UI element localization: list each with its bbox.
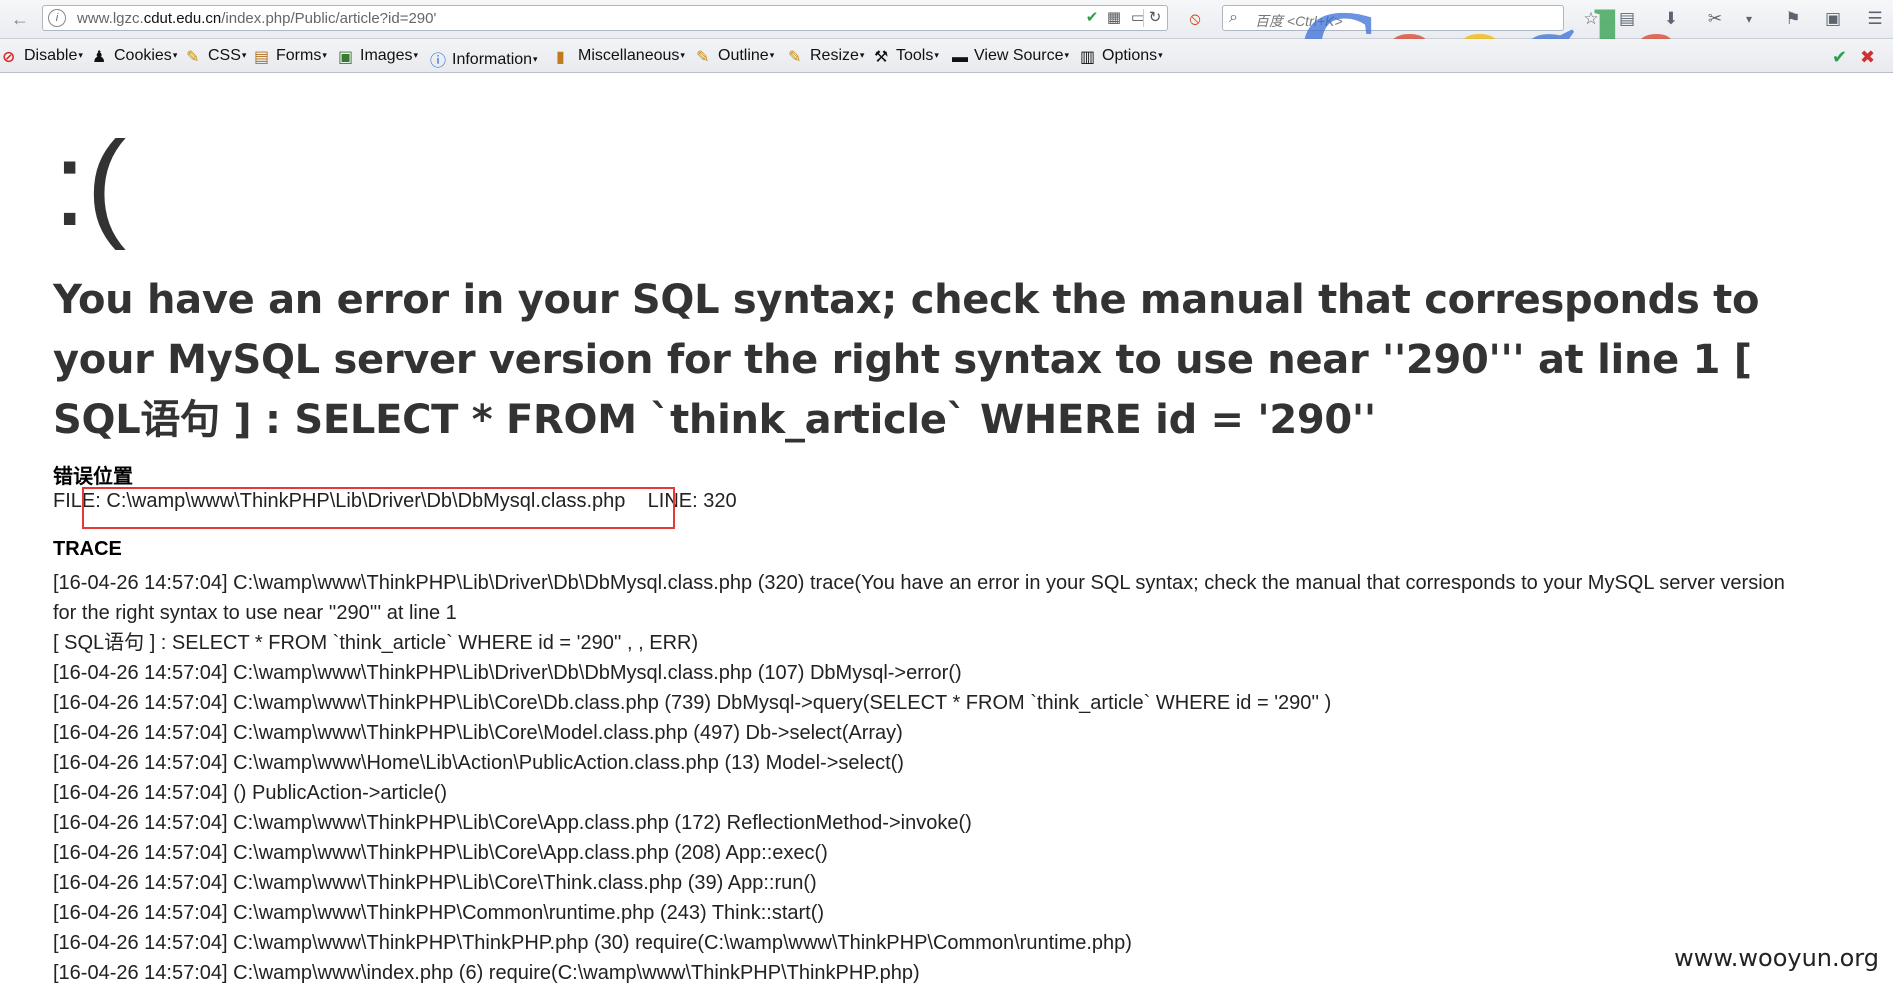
chevron-down-icon[interactable]: ▾ bbox=[1738, 8, 1760, 30]
extension-icon[interactable]: ⚑ bbox=[1782, 8, 1804, 30]
site-info-icon[interactable]: i bbox=[48, 9, 66, 27]
devbar-cookies[interactable]: ♟ Cookies▾ bbox=[92, 47, 177, 66]
trace-line: [16-04-26 14:57:04] C:\wamp\www\ThinkPHP… bbox=[53, 692, 1332, 714]
sync-icon[interactable]: ▣ bbox=[1822, 8, 1844, 30]
trace-title: TRACE bbox=[53, 538, 122, 560]
bookmark-star-icon[interactable]: ☆ bbox=[1580, 8, 1602, 30]
search-placeholder: 百度 <Ctrl+K> bbox=[1255, 13, 1343, 29]
web-developer-toolbar: ⊘ Disable▾ ♟ Cookies▾ ✎ CSS▾ ▤ Forms▾ ▣ Image… bbox=[0, 39, 1893, 73]
devbar-resize[interactable]: ✎ Resize▾ bbox=[788, 47, 864, 66]
devbar-miscellaneous[interactable]: ▮ Miscellaneous▾ bbox=[556, 47, 685, 66]
devbar-disable[interactable]: ⊘ Disable▾ bbox=[2, 47, 83, 66]
devbar-css[interactable]: ✎ CSS▾ bbox=[186, 47, 246, 66]
devbar-tools[interactable]: ⚒ Tools▾ bbox=[874, 47, 939, 66]
trace-line: [ SQL语句 ] : SELECT * FROM `think_article… bbox=[53, 632, 699, 654]
trace-line: [16-04-26 14:57:04] C:\wamp\www\ThinkPHP… bbox=[53, 662, 962, 684]
validation-ok-icon[interactable]: ✔ bbox=[1832, 47, 1847, 68]
trace-list: [16-04-26 14:57:04] C:\wamp\www\ThinkPHP… bbox=[53, 568, 1813, 988]
trace-line: [16-04-26 14:57:04] C:\wamp\www\ThinkPHP… bbox=[53, 872, 817, 894]
watermark: www.wooyun.org bbox=[1674, 944, 1879, 972]
browser-toolbar: ← i www.lgzc.cdut.edu.cn/index.php/Publi… bbox=[0, 0, 1893, 72]
trace-line: [16-04-26 14:57:04] C:\wamp\www\ThinkPHP… bbox=[53, 572, 1785, 624]
devbar-images[interactable]: ▣ Images▾ bbox=[338, 47, 418, 66]
shield-icon[interactable]: ✔ bbox=[1083, 9, 1101, 27]
bookmarks-menu-icon[interactable]: ▤ bbox=[1616, 8, 1638, 30]
devbar-information[interactable]: ⓘ Information▾ bbox=[430, 47, 538, 70]
qr-code-icon[interactable]: ▦ bbox=[1105, 9, 1123, 27]
trace-line: [16-04-26 14:57:04] C:\wamp\www\ThinkPHP… bbox=[53, 842, 828, 864]
back-icon[interactable]: ← bbox=[8, 7, 32, 31]
validation-error-icon[interactable]: ✖ bbox=[1860, 47, 1875, 68]
error-message: You have an error in your SQL syntax; ch… bbox=[53, 277, 1760, 443]
trace-line: [16-04-26 14:57:04] C:\wamp\www\ThinkPHP… bbox=[53, 812, 972, 834]
error-location-title: 错误位置 bbox=[53, 466, 133, 488]
search-box[interactable]: ⌕ 百度 <Ctrl+K> bbox=[1222, 5, 1564, 31]
address-bar[interactable]: i www.lgzc.cdut.edu.cn/index.php/Public/… bbox=[42, 5, 1168, 31]
trace-line: [16-04-26 14:57:04] C:\wamp\www\ThinkPHP… bbox=[53, 722, 903, 744]
trace-line: [16-04-26 14:57:04] C:\wamp\www\ThinkPHP… bbox=[53, 932, 1132, 954]
url-text[interactable]: www.lgzc.cdut.edu.cn/index.php/Public/ar… bbox=[77, 10, 436, 27]
devbar-outline[interactable]: ✎ Outline▾ bbox=[696, 47, 774, 66]
devbar-options[interactable]: ▥ Options▾ bbox=[1080, 47, 1163, 66]
sad-face: :( bbox=[53, 117, 127, 251]
trace-line: [16-04-26 14:57:04] C:\wamp\www\Home\Lib… bbox=[53, 752, 904, 774]
reload-icon[interactable]: ↻ bbox=[1143, 9, 1166, 27]
trace-line: [16-04-26 14:57:04] () PublicAction->art… bbox=[53, 782, 448, 804]
trace-line: [16-04-26 14:57:04] C:\wamp\www\ThinkPHP… bbox=[53, 902, 825, 924]
devbar-forms[interactable]: ▤ Forms▾ bbox=[254, 47, 327, 66]
screenshot-icon[interactable]: ✂ bbox=[1704, 8, 1726, 30]
menu-icon[interactable]: ☰ bbox=[1864, 8, 1886, 30]
adblock-icon[interactable]: ⦸ bbox=[1184, 8, 1206, 30]
search-icon: ⌕ bbox=[1229, 9, 1238, 26]
highlight-box bbox=[82, 487, 675, 529]
download-icon[interactable]: ⬇ bbox=[1660, 8, 1682, 30]
devbar-view-source[interactable]: ▬ View Source▾ bbox=[952, 47, 1069, 66]
